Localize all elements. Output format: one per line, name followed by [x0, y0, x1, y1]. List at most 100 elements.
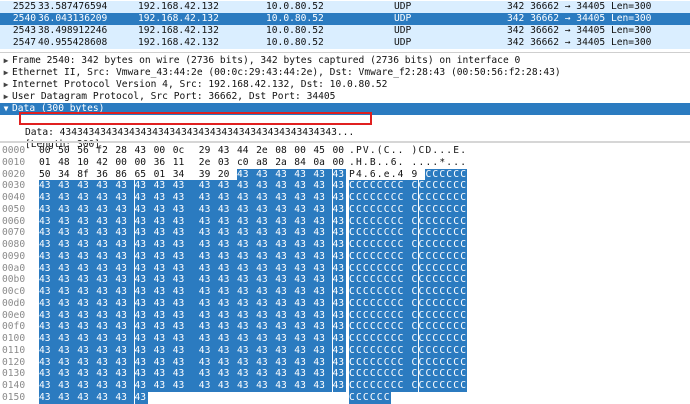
- ascii-char[interactable]: 9: [412, 169, 419, 181]
- ascii-char[interactable]: C: [418, 380, 426, 392]
- hex-byte[interactable]: 43: [39, 321, 59, 334]
- hex-byte[interactable]: 43: [58, 309, 78, 322]
- hex-byte[interactable]: 43: [294, 356, 314, 369]
- ascii-char[interactable]: C: [439, 368, 447, 381]
- hex-byte[interactable]: 43: [256, 180, 276, 193]
- ascii-char[interactable]: C: [425, 239, 433, 251]
- hex-dump-line[interactable]: 00b0 43 43 43 43 43 43 43 43 43 43 43 43 43 43 43 43 C C C C…: [0, 274, 690, 287]
- ascii-char[interactable]: C: [439, 180, 447, 193]
- ascii-char[interactable]: C: [362, 203, 370, 216]
- hex-byte[interactable]: 43: [115, 286, 135, 298]
- ascii-char[interactable]: C: [397, 227, 405, 240]
- hex-byte[interactable]: 43: [237, 203, 257, 216]
- ascii-char[interactable]: C: [432, 321, 440, 334]
- hex-byte[interactable]: 43: [198, 192, 218, 204]
- hex-byte[interactable]: 43: [294, 297, 314, 310]
- hex-byte[interactable]: 43: [275, 356, 295, 369]
- length-field-row[interactable]: [Length: 300]: [0, 127, 690, 150]
- ascii-char[interactable]: .: [384, 157, 391, 169]
- ascii-char[interactable]: C: [383, 192, 391, 204]
- ascii-char[interactable]: C: [362, 286, 370, 298]
- ascii-char[interactable]: C: [390, 356, 398, 369]
- hex-byte[interactable]: 43: [134, 215, 154, 228]
- ascii-char[interactable]: C: [369, 297, 377, 310]
- hex-byte[interactable]: 43: [58, 344, 78, 357]
- hex-byte[interactable]: 43: [96, 286, 116, 298]
- ascii-char[interactable]: C: [439, 321, 447, 334]
- hex-byte[interactable]: 43: [256, 380, 276, 392]
- ascii-char[interactable]: C: [369, 262, 377, 275]
- hex-byte[interactable]: 43: [172, 356, 199, 369]
- hex-byte[interactable]: 43: [134, 344, 154, 357]
- ascii-char[interactable]: C: [446, 309, 454, 322]
- hex-byte[interactable]: 43: [217, 368, 237, 381]
- ascii-char[interactable]: C: [349, 262, 356, 275]
- ascii-char[interactable]: C: [432, 227, 440, 240]
- hex-dump-line[interactable]: 0100 43 43 43 43 43 43 43 43 43 43 43 43 43 43 43 43 C C C C…: [0, 333, 690, 345]
- ascii-char[interactable]: C: [411, 262, 419, 275]
- hex-byte[interactable]: 43: [172, 380, 199, 392]
- ascii-char[interactable]: C: [355, 309, 363, 322]
- hex-byte[interactable]: 43: [256, 215, 276, 228]
- ascii-char[interactable]: C: [425, 227, 433, 240]
- hex-dump-line[interactable]: 0120 43 43 43 43 43 43 43 43 43 43 43 43 43 43 43 43 C C C C…: [0, 356, 690, 369]
- ascii-char[interactable]: C: [439, 192, 447, 204]
- ascii-char[interactable]: C: [411, 368, 419, 381]
- ascii-char[interactable]: C: [411, 227, 419, 240]
- hex-byte[interactable]: 43: [256, 274, 276, 287]
- collapsed-arrow-icon[interactable]: ▶: [2, 91, 10, 103]
- hex-byte[interactable]: 43: [294, 333, 314, 345]
- ascii-char[interactable]: C: [390, 192, 398, 204]
- hex-byte[interactable]: 43: [217, 344, 237, 357]
- ascii-char[interactable]: C: [383, 239, 391, 251]
- hex-byte[interactable]: 00: [294, 145, 314, 157]
- ascii-char[interactable]: C: [418, 321, 426, 334]
- hex-byte[interactable]: 43: [39, 239, 59, 251]
- hex-byte[interactable]: 43: [313, 274, 333, 287]
- ascii-char[interactable]: C: [425, 380, 433, 392]
- hex-byte[interactable]: 43: [39, 380, 59, 392]
- hex-byte[interactable]: 43: [313, 344, 333, 357]
- hex-byte[interactable]: 43: [77, 239, 97, 251]
- hex-byte[interactable]: 43: [115, 262, 135, 275]
- ascii-char[interactable]: C: [460, 380, 468, 392]
- ascii-char[interactable]: C: [432, 274, 440, 287]
- hex-byte[interactable]: 43: [115, 274, 135, 287]
- hex-byte[interactable]: 43: [153, 192, 173, 204]
- ascii-char[interactable]: C: [362, 297, 370, 310]
- ascii-char[interactable]: C: [432, 168, 440, 181]
- hex-byte[interactable]: 43: [96, 274, 116, 287]
- ascii-char[interactable]: C: [460, 168, 468, 181]
- hex-byte[interactable]: 43: [198, 380, 218, 392]
- ascii-char[interactable]: C: [432, 286, 440, 298]
- ascii-char[interactable]: C: [446, 333, 454, 345]
- hex-byte[interactable]: 43: [294, 215, 314, 228]
- hex-byte[interactable]: 43: [198, 356, 218, 369]
- hex-byte[interactable]: 43: [237, 309, 257, 322]
- ascii-char[interactable]: C: [355, 344, 363, 357]
- ascii-char[interactable]: C: [460, 180, 468, 193]
- hex-byte[interactable]: 43: [115, 356, 135, 369]
- ascii-char[interactable]: C: [418, 309, 426, 322]
- hex-byte[interactable]: 43: [217, 250, 237, 263]
- hex-byte[interactable]: 43: [332, 168, 346, 181]
- ascii-char[interactable]: C: [397, 356, 405, 369]
- hex-byte[interactable]: a8: [256, 157, 276, 169]
- hex-byte[interactable]: 43: [275, 203, 295, 216]
- hex-byte[interactable]: 43: [58, 203, 78, 216]
- hex-byte[interactable]: 43: [58, 262, 78, 275]
- hex-byte[interactable]: 56: [77, 145, 97, 157]
- hex-byte[interactable]: 43: [237, 227, 257, 240]
- ascii-char[interactable]: C: [349, 297, 356, 310]
- ascii-char[interactable]: C: [453, 227, 461, 240]
- hex-byte[interactable]: 43: [172, 333, 199, 345]
- hex-byte[interactable]: 43: [58, 192, 78, 204]
- ascii-char[interactable]: C: [411, 274, 419, 287]
- ascii-char[interactable]: C: [453, 203, 461, 216]
- hex-byte[interactable]: 43: [217, 356, 237, 369]
- ascii-char[interactable]: C: [418, 333, 426, 345]
- hex-byte[interactable]: 43: [332, 286, 346, 298]
- ascii-char[interactable]: C: [425, 168, 433, 181]
- hex-byte[interactable]: 00: [39, 145, 59, 157]
- ascii-char[interactable]: C: [439, 333, 447, 345]
